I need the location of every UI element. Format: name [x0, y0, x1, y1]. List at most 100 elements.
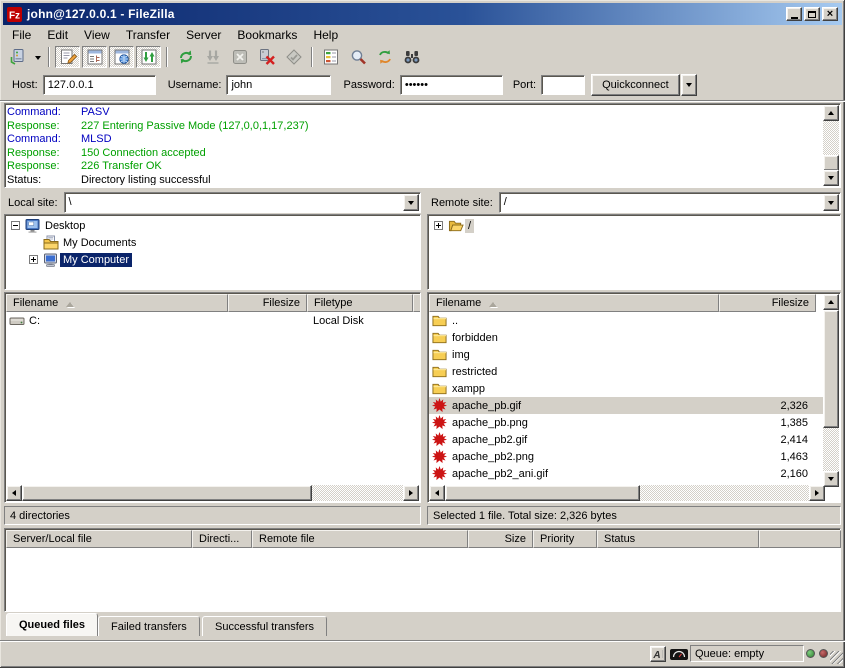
refresh-button[interactable]: [173, 46, 198, 68]
find-files-button[interactable]: [399, 46, 424, 68]
file-row-apache-pb2-ani-gif[interactable]: apache_pb2_ani.gif2,160: [429, 465, 825, 482]
tab-failed-transfers[interactable]: Failed transfers: [98, 616, 200, 636]
scrollbar-thumb[interactable]: [445, 485, 640, 501]
remote-list-body: ..forbiddenimgrestrictedxamppapache_pb.g…: [429, 312, 825, 486]
filezilla-logo-icon: Fz: [7, 7, 22, 22]
toolbar-separator: [48, 47, 50, 67]
file-row-apache-pb-gif[interactable]: apache_pb.gif2,326: [429, 397, 825, 414]
scroll-up-button[interactable]: [823, 294, 839, 310]
file-row-restricted[interactable]: restricted: [429, 363, 825, 380]
log-scrollbar[interactable]: [823, 105, 839, 186]
scrollbar-thumb[interactable]: [22, 485, 312, 501]
remote-list-header: FilenameFilesize: [429, 294, 816, 312]
scroll-right-button[interactable]: [809, 485, 825, 501]
column-header-size[interactable]: Size: [468, 530, 533, 548]
directory-comparison-button[interactable]: [345, 46, 370, 68]
file-size: [228, 312, 307, 329]
port-input[interactable]: [541, 75, 585, 95]
window-title: john@127.0.0.1 - FileZilla: [27, 7, 175, 21]
maximize-button[interactable]: [804, 7, 820, 21]
column-header-filename[interactable]: Filename: [429, 294, 719, 312]
quickconnect-button[interactable]: Quickconnect: [591, 74, 680, 96]
local-site-combo[interactable]: \: [64, 192, 421, 213]
scroll-down-button[interactable]: [823, 471, 839, 487]
tree-item-my-computer[interactable]: My Computer: [5, 251, 420, 268]
menu-item-edit[interactable]: Edit: [39, 27, 76, 43]
abort-button[interactable]: [281, 46, 306, 68]
column-header-blank[interactable]: [759, 530, 841, 548]
filter-button[interactable]: [318, 46, 343, 68]
process-queue-button[interactable]: [200, 46, 225, 68]
column-header-priority[interactable]: Priority: [533, 530, 597, 548]
resize-grip[interactable]: [830, 651, 843, 664]
tree-expander-plus-icon[interactable]: [29, 255, 38, 264]
column-header-status[interactable]: Status: [597, 530, 759, 548]
menu-item-server[interactable]: Server: [178, 27, 229, 43]
toggle-remote-tree-button[interactable]: [109, 46, 134, 68]
file-row-blank[interactable]: ..: [429, 312, 825, 329]
tab-successful-transfers[interactable]: Successful transfers: [202, 616, 327, 636]
column-header-directi[interactable]: Directi...: [192, 530, 252, 548]
tree-item-my-documents[interactable]: My Documents: [5, 234, 420, 251]
my-documents-icon: [43, 235, 60, 251]
quickconnect-dropdown[interactable]: [681, 74, 697, 96]
remote-vscrollbar[interactable]: [823, 294, 839, 487]
scrollbar-thumb[interactable]: [823, 155, 839, 171]
disconnect-button[interactable]: [254, 46, 279, 68]
file-row-apache-pb-png[interactable]: apache_pb.png1,385: [429, 414, 825, 431]
file-row-apache-pb2-png[interactable]: apache_pb2.png1,463: [429, 448, 825, 465]
remote-hscrollbar[interactable]: [429, 485, 825, 501]
close-button[interactable]: ×: [822, 7, 838, 21]
username-input[interactable]: [226, 75, 331, 95]
column-header-remote-file[interactable]: Remote file: [252, 530, 468, 548]
scroll-up-button[interactable]: [823, 105, 839, 121]
scroll-left-button[interactable]: [429, 485, 445, 501]
tree-expander-minus-icon[interactable]: [11, 221, 20, 230]
column-header-label: Size: [505, 533, 526, 545]
local-hscrollbar[interactable]: [6, 485, 419, 501]
column-header-filesize[interactable]: Filesize: [228, 294, 307, 312]
tree-expander-plus-icon[interactable]: [434, 221, 443, 230]
cancel-button[interactable]: [227, 46, 252, 68]
column-header-l[interactable]: L: [413, 294, 421, 312]
file-row-apache-pb2-gif[interactable]: apache_pb2.gif2,414: [429, 431, 825, 448]
site-manager-button[interactable]: [5, 46, 30, 68]
synchronized-browsing-button[interactable]: [372, 46, 397, 68]
remote-site-dropdown[interactable]: [823, 194, 839, 211]
column-header-filesize[interactable]: Filesize: [719, 294, 816, 312]
scrollbar-thumb[interactable]: [823, 310, 839, 428]
tab-queued-files[interactable]: Queued files: [6, 613, 98, 636]
speed-limit-icon[interactable]: [670, 649, 688, 660]
remote-site-combo[interactable]: /: [499, 192, 841, 213]
file-row-c[interactable]: C:Local Disk: [6, 312, 421, 329]
tree-item-blank[interactable]: /: [428, 217, 840, 234]
menu-item-file[interactable]: File: [4, 27, 39, 43]
abort-icon: [285, 48, 303, 66]
host-input[interactable]: [43, 75, 156, 95]
column-header-filename[interactable]: Filename: [6, 294, 228, 312]
file-row-forbidden[interactable]: forbidden: [429, 329, 825, 346]
transfer-type-indicator[interactable]: A: [650, 646, 666, 662]
local-site-dropdown[interactable]: [403, 194, 419, 211]
tree-item-label: My Computer: [60, 253, 132, 267]
file-row-img[interactable]: img: [429, 346, 825, 363]
toggle-transfer-queue-button[interactable]: [136, 46, 161, 68]
column-header-server-local-file[interactable]: Server/Local file: [6, 530, 192, 548]
menu-item-help[interactable]: Help: [305, 27, 346, 43]
tree-item-desktop[interactable]: Desktop: [5, 217, 420, 234]
menu-item-transfer[interactable]: Transfer: [118, 27, 178, 43]
scroll-left-button[interactable]: [6, 485, 22, 501]
minimize-button[interactable]: [786, 7, 802, 21]
column-header-filetype[interactable]: Filetype: [307, 294, 413, 312]
file-row-xampp[interactable]: xampp: [429, 380, 825, 397]
password-input[interactable]: [400, 75, 503, 95]
site-manager-dropdown-button[interactable]: [31, 46, 44, 68]
disconnect-icon: [258, 48, 276, 66]
toggle-message-log-button[interactable]: [55, 46, 80, 68]
toggle-local-tree-button[interactable]: [82, 46, 107, 68]
menu-item-bookmarks[interactable]: Bookmarks: [229, 27, 305, 43]
menu-item-view[interactable]: View: [76, 27, 118, 43]
scroll-down-button[interactable]: [823, 170, 839, 186]
scroll-right-button[interactable]: [403, 485, 419, 501]
title-bar[interactable]: Fz john@127.0.0.1 - FileZilla ×: [3, 3, 842, 25]
